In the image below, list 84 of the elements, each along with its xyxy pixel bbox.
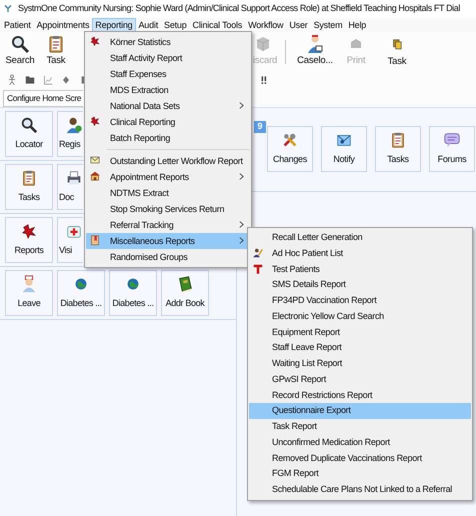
home-tile[interactable]: Changes [267,126,313,172]
menu-item[interactable]: Unconfirmed Medication Report [249,434,471,450]
menu-item[interactable]: Task Report [249,419,471,435]
menu-item[interactable]: Schedulable Care Plans Not Linked to a Referral [249,482,471,498]
stick-figure-icon [6,74,18,86]
book-icon [176,275,194,294]
menu-bar-item[interactable]: Clinical Tools [190,18,246,32]
toolbar-button[interactable]: Task [41,32,71,68]
menu-item[interactable]: Equipment Report [249,324,471,340]
menu-item[interactable]: Record Restrictions Report [249,388,471,404]
menu-item[interactable]: Waiting List Report [249,356,471,372]
home-tile[interactable]: Addr Book [161,270,209,316]
documents-icon [390,37,404,51]
menu-item[interactable]: Batch Reporting [86,130,250,146]
menu-item[interactable]: NDTMS Extract [86,185,250,201]
magnifier-icon [20,116,38,134]
menu-item[interactable]: Miscellaneous Reports [86,233,250,249]
star-icon [20,222,38,240]
letter-t-icon [252,262,264,274]
menu-bar-item[interactable]: Audit [136,18,162,32]
menu-item[interactable]: Questionnaire Export [249,403,471,419]
home-tile[interactable]: Tasks [5,164,53,210]
menu-bar-item[interactable]: Appointments [34,18,92,32]
home-tile[interactable]: Diabetes ... [57,270,105,316]
person-pencil-icon [252,246,264,259]
menu-item[interactable]: SMS Details Report [249,277,471,293]
count-badge: 9 [254,121,266,133]
home-tile[interactable]: Leave [5,270,53,316]
toolbar-button[interactable]: Caselo... [296,32,334,68]
menu-item[interactable]: Appointment Reports [86,169,250,185]
chart-icon [42,74,54,86]
menu-item[interactable]: Test Patients [249,262,471,278]
menu-item[interactable]: Staff Expenses [86,66,250,82]
nurse-icon [20,275,38,294]
menu-item[interactable]: Referral Tracking [86,217,250,233]
home-tile[interactable]: Forums [429,126,475,172]
toolbar-button[interactable]: Task [382,32,412,70]
chat-icon [443,131,461,150]
menu-item[interactable]: National Data Sets [86,98,250,114]
home-tile[interactable]: Reports [5,217,53,263]
menu-item[interactable]: Staff Leave Report [249,340,471,356]
menu-item[interactable]: Ad Hoc Patient List [249,246,471,262]
toolbar-button[interactable]: Search [3,32,37,68]
diamond-icon [60,74,72,86]
menu-item[interactable]: FGM Report [249,466,471,482]
menu-item[interactable]: Stop Smoking Services Return [86,201,250,217]
home-tile[interactable]: Regis [57,111,83,157]
home-tile[interactable]: Diabetes ... [109,270,157,316]
menu-item[interactable]: Removed Duplicate Vaccinations Report [249,450,471,466]
menu-item[interactable]: MDS Extraction [86,82,250,98]
menu-item[interactable]: Electronic Yellow Card Search [249,308,471,324]
menu-item[interactable]: FP34PD Vaccination Report [249,293,471,309]
menu-bar-item[interactable]: Help [345,18,370,32]
menu-item[interactable]: Clinical Reporting [86,114,250,130]
configure-button[interactable]: Configure Home Scre [3,90,83,106]
menu-item[interactable]: GPwSI Report [249,372,471,388]
clipboard-icon [20,169,38,188]
star-icon [89,115,101,127]
menu-item[interactable]: Outstanding Letter Workflow Report [86,153,250,169]
menu-bar-item[interactable]: Reporting [92,18,136,32]
menu-bar-item[interactable]: Setup [161,18,190,32]
folder-icon [24,74,36,86]
star-icon [89,35,101,47]
home-tile[interactable]: Visi [57,217,83,263]
menu-bar-item[interactable]: Workflow [245,18,286,32]
menu-item[interactable]: Randomised Groups [86,249,250,265]
menu-item[interactable]: Staff Activity Report [86,50,250,66]
menu-bar-item[interactable]: System [310,18,346,32]
home-tile[interactable]: Notify [321,126,367,172]
envelope-icon [89,154,101,166]
menu-bar-item[interactable]: User [286,18,311,32]
app-logo-icon [4,4,14,14]
search-icon [10,34,30,54]
home-tile[interactable]: Locator [5,111,53,157]
window-title: SystmOne Community Nursing: Sophie Ward (Admin/Clinical Support Access Role) at Sheffield Teaching Hospitals FT Dial [18,2,460,16]
home-tile[interactable]: Tasks [375,126,421,172]
menu-item[interactable]: Körner Statistics [86,34,250,50]
home-tile[interactable]: Doc [57,164,83,210]
book-icon [89,234,101,246]
house-icon [89,170,101,182]
menu-item[interactable]: Recall Letter Generation [249,230,471,246]
person-icon [65,116,83,134]
clipboard-icon [389,131,407,150]
menu-bar-item[interactable]: Patient [1,18,34,32]
